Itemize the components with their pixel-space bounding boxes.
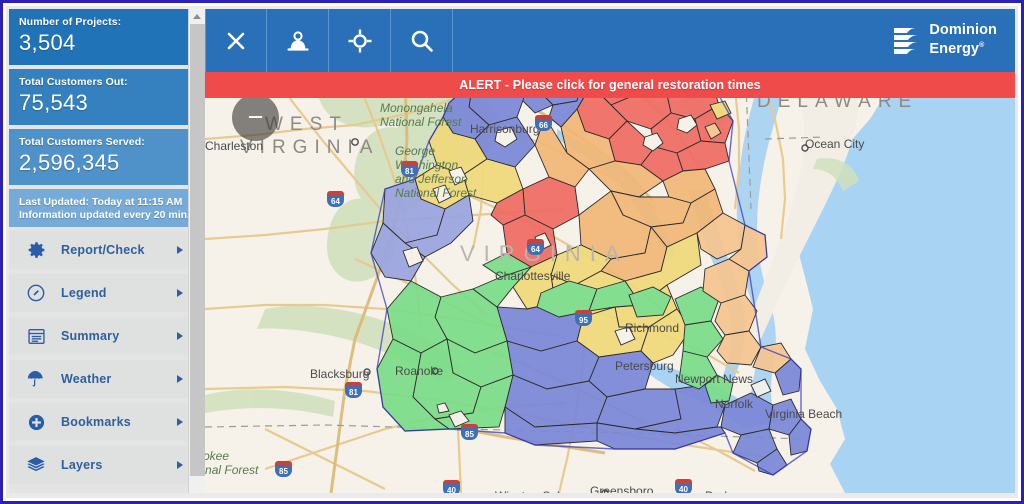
sidebar-item-label: Summary [61,329,120,343]
outage-map[interactable]: WESTVIRGINIAMARYLANDNEW JERSEYDELAWAREVI… [205,9,1015,493]
sidebar-menu: Report/Check Legend Summary Weather Bookmark… [9,231,205,484]
layers-stack-icon [25,454,47,476]
chevron-right-icon [177,332,183,340]
brand-line-1: Dominion [929,22,997,38]
map-forest-label: George Washington and Jefferson National Fo… [395,144,477,200]
scroll-up-arrow-icon[interactable] [189,9,205,24]
sidebar-item-label: Layers [61,458,103,472]
stat-label: Total Customers Out: [19,76,128,88]
map-city-label: Ocean City [805,137,865,151]
sidebar-scrollbar[interactable] [188,9,205,493]
dominion-logo-bars-icon [891,24,921,56]
sidebar-item-label: Legend [61,286,107,300]
alert-banner[interactable]: ALERT - Please click for general restora… [205,72,1015,98]
interstate-shield-icon: 40 [443,480,460,493]
interstate-shield-icon: 66 [535,115,552,131]
last-updated-time: Last Updated: Today at 11:15 AM [19,196,183,208]
compass-icon [25,282,47,304]
locate-address-button[interactable] [267,9,329,72]
sidebar-item-label: Bookmarks [61,415,131,429]
sidebar-panel: Number of Projects: 3,504 Total Customer… [9,9,205,493]
sidebar-item-legend[interactable]: Legend [9,274,205,312]
update-frequency-note: Information updated every 20 min. [19,209,190,221]
map-city-label: Blacksburg [310,367,370,381]
map-city-label: Charlottesville [495,269,571,283]
map-toolbar: Dominion Energy® [205,9,1015,72]
plus-circle-icon [25,411,47,433]
app-root: WESTVIRGINIAMARYLANDNEW JERSEYDELAWAREVI… [6,6,1018,498]
stat-value: 75,543 [19,90,89,115]
chevron-right-icon [177,461,183,469]
chevron-right-icon [177,418,183,426]
sidebar-item-report-check[interactable]: Report/Check [9,231,205,269]
map-city-label: Greensboro [590,484,654,493]
map-city-label: Newport News [675,372,754,386]
stat-number-of-projects: Number of Projects: 3,504 [9,9,205,65]
interstate-shield-icon: 95 [575,310,592,326]
document-window-icon [25,325,47,347]
sidebar-item-bookmarks[interactable]: Bookmarks [9,403,205,441]
map-forest-label: CherokeeNational Forest [205,449,259,477]
stat-label: Total Customers Served: [19,136,145,148]
map-city-label: Harrisonburg [470,122,540,136]
close-x-icon [224,29,248,53]
chevron-right-icon [177,375,183,383]
search-magnifier-icon [409,28,435,54]
sidebar-item-layers[interactable]: Layers [9,446,205,484]
interstate-shield-icon: 64 [327,191,344,207]
close-panel-button[interactable] [205,9,267,72]
crosshair-target-icon [347,28,373,54]
sidebar-item-label: Report/Check [61,243,145,257]
map-forest-label: Monongahela National Forest [380,101,462,129]
person-marker-icon [285,28,311,54]
interstate-shield-icon: 81 [401,161,418,177]
map-city-label: Winston-Salem [495,489,576,493]
map-city-label: Roanoke [395,364,444,378]
interstate-shield-icon: 85 [461,424,478,440]
map-city-label: Charleston [205,139,264,153]
stat-value: 3,504 [19,30,76,55]
map-city-label: Petersburg [615,359,674,373]
interstate-shield-icon: 85 [275,461,292,477]
my-location-button[interactable] [329,9,391,72]
interstate-shield-icon: 40 [675,479,692,493]
browser-frame: WESTVIRGINIAMARYLANDNEW JERSEYDELAWAREVI… [0,0,1024,504]
stat-total-customers-out: Total Customers Out: 75,543 [9,69,205,125]
brand-line-2: Energy® [929,40,985,57]
sidebar-item-summary[interactable]: Summary [9,317,205,355]
stat-total-customers-served: Total Customers Served: 2,596,345 [9,129,205,185]
zoom-out-button[interactable]: − [232,94,279,141]
map-city-label: Virginia Beach [765,407,843,421]
map-city-label: Richmond [625,321,680,335]
map-city-label: Durham [705,489,748,493]
dominion-energy-logo[interactable]: Dominion Energy® [891,23,997,57]
map-state-label: VIRGINIA [460,241,629,266]
sidebar-item-weather[interactable]: Weather [9,360,205,398]
chevron-right-icon [177,289,183,297]
umbrella-icon [25,368,47,390]
interstate-shield-icon: 64 [527,239,544,255]
gear-icon [25,239,47,261]
sidebar-item-label: Weather [61,372,112,386]
stat-value: 2,596,345 [19,150,120,175]
scrollbar-thumb[interactable] [190,24,205,476]
stat-label: Number of Projects: [19,16,122,28]
brand-text: Dominion Energy® [929,23,997,57]
map-city-label: Norfolk [715,397,754,411]
interstate-shield-icon: 81 [345,382,362,398]
last-updated-box: Last Updated: Today at 11:15 AM Informat… [9,189,205,227]
chevron-right-icon [177,246,183,254]
search-button[interactable] [391,9,453,72]
